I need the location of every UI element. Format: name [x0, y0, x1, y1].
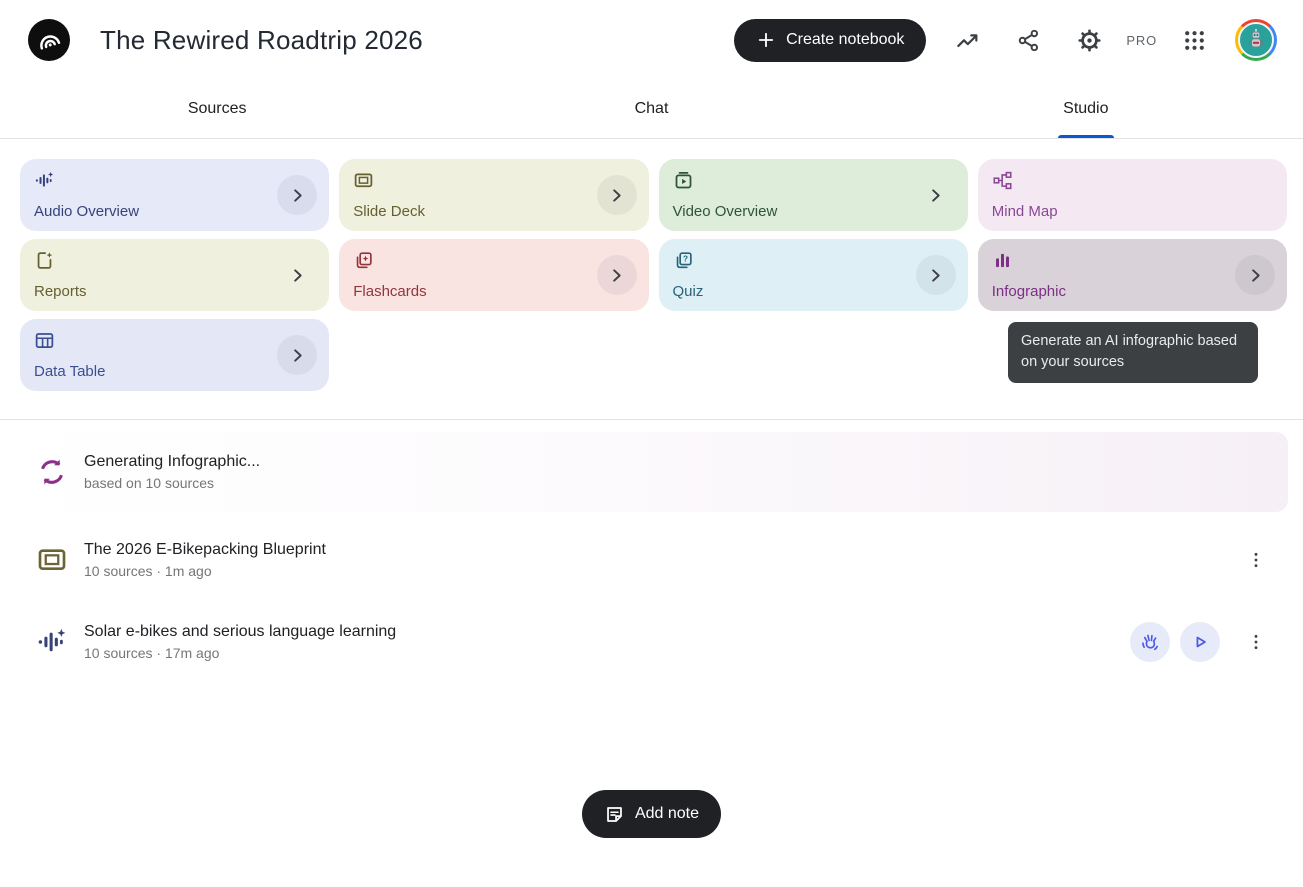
studio-tool-card[interactable]: Audio Overview: [20, 159, 329, 231]
studio-tool-card[interactable]: Data Table: [20, 319, 329, 391]
output-subtitle: 10 sources · 17m ago: [84, 645, 396, 661]
analytics-icon[interactable]: [947, 20, 987, 60]
studio-tool-label: Quiz: [673, 283, 954, 300]
header-actions: Create notebook PRO: [734, 19, 1277, 62]
output-title: Generating Infographic...: [84, 453, 260, 471]
plus-icon: [756, 30, 776, 50]
share-icon[interactable]: [1008, 20, 1048, 60]
tab-label: Chat: [635, 100, 669, 118]
add-note-button[interactable]: Add note: [582, 790, 721, 838]
tab-label: Studio: [1063, 100, 1108, 118]
create-notebook-label: Create notebook: [786, 31, 904, 49]
output-actions: [1230, 542, 1274, 578]
studio-tool-icon: [353, 250, 374, 271]
output-text: Solar e-bikes and serious language learn…: [84, 623, 396, 661]
active-tab-underline: [1058, 135, 1114, 138]
studio-tool-icon: [34, 330, 55, 351]
play-icon: [1189, 631, 1211, 653]
studio-tool-label: Flashcards: [353, 283, 634, 300]
studio-tool-label: Infographic: [992, 283, 1273, 300]
output-title: Solar e-bikes and serious language learn…: [84, 623, 396, 641]
studio-tool-label: Video Overview: [673, 203, 954, 220]
output-subtitle: based on 10 sources: [84, 475, 260, 491]
output-type-icon: [36, 544, 68, 576]
infographic-tooltip: Generate an AI infographic based on your…: [1008, 322, 1258, 383]
output-actions: [1130, 622, 1274, 662]
chevron-right-icon[interactable]: [597, 175, 637, 215]
panel-tabs: Sources Chat Studio: [0, 80, 1303, 139]
chevron-right-icon[interactable]: [916, 255, 956, 295]
app-header: The Rewired Roadtrip 2026 Create noteboo…: [0, 0, 1303, 80]
add-note-label: Add note: [635, 805, 699, 823]
studio-tool-card[interactable]: Quiz: [659, 239, 968, 311]
panel-tab[interactable]: Studio: [869, 80, 1303, 138]
chevron-right-icon[interactable]: [277, 255, 317, 295]
output-title: The 2026 E-Bikepacking Blueprint: [84, 541, 326, 559]
studio-tool-label: Audio Overview: [34, 203, 315, 220]
interactive-mode-button[interactable]: [1130, 622, 1170, 662]
google-apps-grid-icon[interactable]: [1174, 20, 1214, 60]
chevron-right-icon[interactable]: [277, 175, 317, 215]
studio-tool-icon: [353, 170, 374, 191]
studio-tool-label: Reports: [34, 283, 315, 300]
tab-label: Sources: [188, 100, 247, 118]
studio-tool-card[interactable]: Video Overview: [659, 159, 968, 231]
chevron-right-icon[interactable]: [916, 175, 956, 215]
robot-avatar-image: [1238, 22, 1274, 58]
add-note-container: Add note: [0, 790, 1303, 838]
studio-tool-icon: [673, 170, 694, 191]
panel-tab[interactable]: Sources: [0, 80, 434, 138]
output-text: Generating Infographic... based on 10 so…: [84, 453, 260, 491]
settings-gear-icon[interactable]: [1069, 20, 1109, 60]
output-type-icon: [36, 626, 68, 658]
output-type-icon: [36, 456, 68, 488]
studio-output-row[interactable]: The 2026 E-Bikepacking Blueprint 10 sour…: [20, 526, 1288, 594]
note-icon: [604, 804, 625, 825]
play-button[interactable]: [1180, 622, 1220, 662]
studio-tool-icon: [992, 250, 1013, 271]
studio-tool-card[interactable]: Reports: [20, 239, 329, 311]
studio-tool-icon: [34, 170, 55, 191]
waving-hand-icon: [1139, 631, 1161, 653]
studio-tool-card[interactable]: Mind Map: [978, 159, 1287, 231]
studio-outputs-list: Generating Infographic... based on 10 so…: [0, 420, 1303, 676]
studio-tool-card[interactable]: Infographic: [978, 239, 1287, 311]
studio-tool-icon: [34, 250, 55, 271]
studio-tool-label: Slide Deck: [353, 203, 634, 220]
studio-output-row[interactable]: Generating Infographic... based on 10 so…: [20, 432, 1288, 512]
panel-tab[interactable]: Chat: [434, 80, 868, 138]
notebooklm-logo-icon[interactable]: [28, 19, 70, 61]
studio-tool-label: Data Table: [34, 363, 315, 380]
more-options-icon[interactable]: [1238, 624, 1274, 660]
chevron-right-icon[interactable]: [277, 335, 317, 375]
studio-tool-label: Mind Map: [992, 203, 1273, 220]
studio-tool-icon: [992, 170, 1013, 191]
chevron-right-icon[interactable]: [597, 255, 637, 295]
studio-tool-card[interactable]: Flashcards: [339, 239, 648, 311]
studio-tool-card[interactable]: Slide Deck: [339, 159, 648, 231]
output-subtitle: 10 sources · 1m ago: [84, 563, 326, 579]
create-notebook-button[interactable]: Create notebook: [734, 19, 926, 62]
output-text: The 2026 E-Bikepacking Blueprint 10 sour…: [84, 541, 326, 579]
user-avatar[interactable]: [1235, 19, 1277, 61]
pro-badge: PRO: [1126, 33, 1157, 48]
studio-tool-icon: [673, 250, 694, 271]
notebook-title[interactable]: The Rewired Roadtrip 2026: [100, 25, 423, 56]
chevron-right-icon[interactable]: [1235, 255, 1275, 295]
studio-output-row[interactable]: Solar e-bikes and serious language learn…: [20, 608, 1288, 676]
more-options-icon[interactable]: [1238, 542, 1274, 578]
